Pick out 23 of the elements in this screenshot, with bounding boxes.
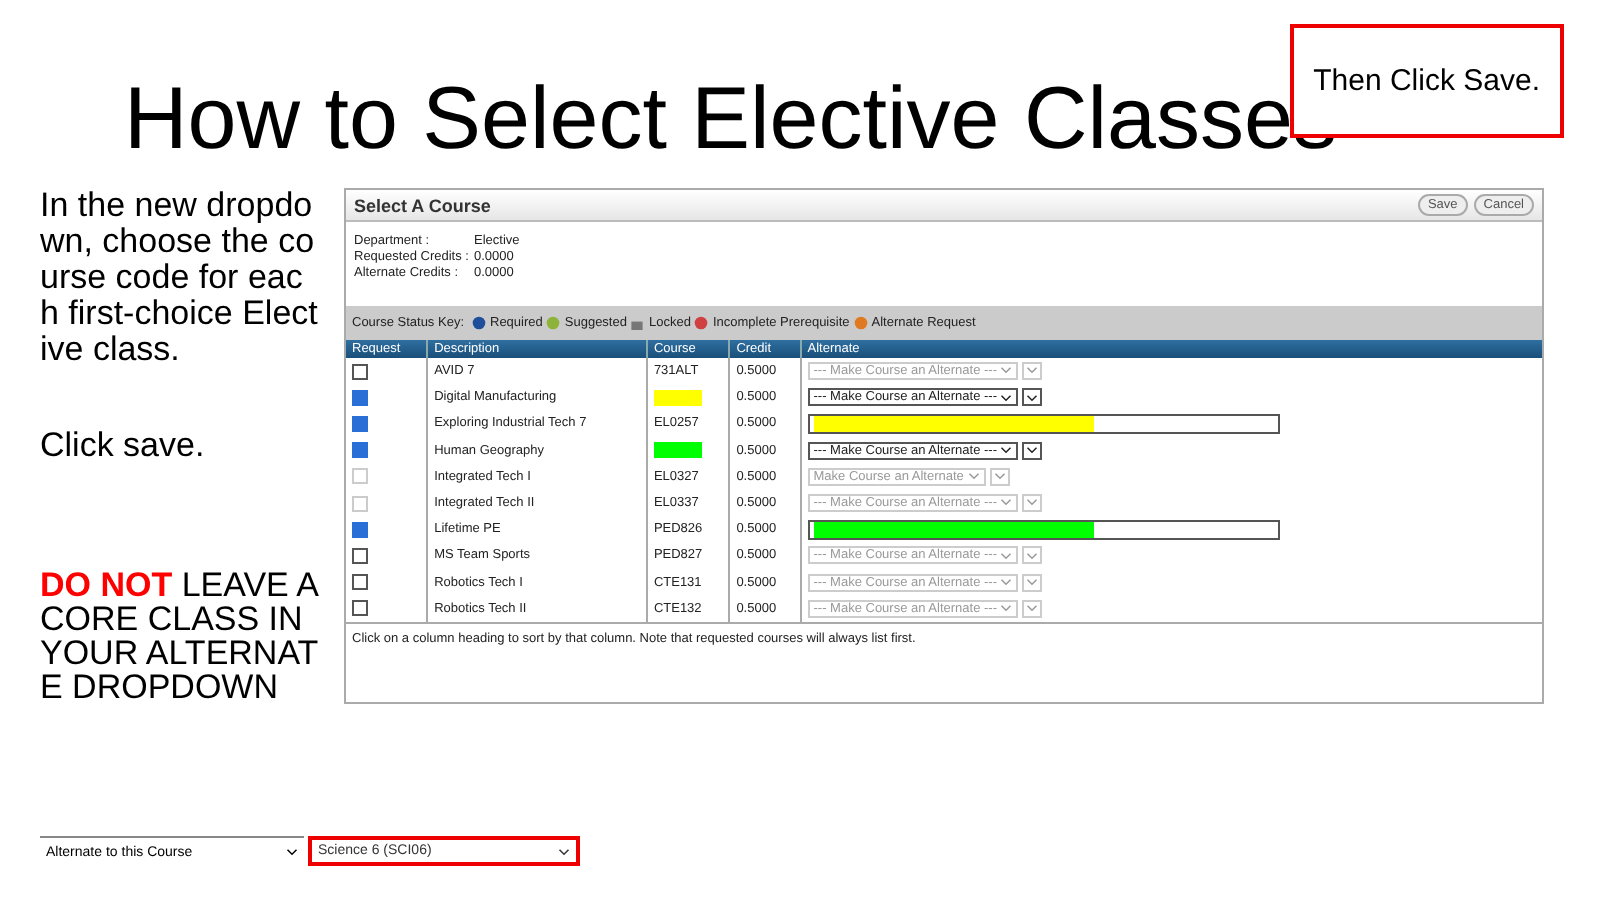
request-checkbox[interactable] xyxy=(352,363,368,380)
request-checkbox[interactable] xyxy=(352,415,368,432)
alternate-select[interactable] xyxy=(807,413,1280,434)
request-checkbox[interactable] xyxy=(352,600,368,617)
dialog-title: Select A Course xyxy=(354,195,491,215)
request-checkbox[interactable] xyxy=(352,547,368,564)
lock-icon xyxy=(630,316,645,330)
warning-text: DO NOT LEAVE A CORE CLASS IN YOUR ALTERNATE DROPDOWN xyxy=(40,568,320,704)
instruction-text: Click save. xyxy=(40,428,207,464)
caret-icon xyxy=(558,847,570,855)
circle-icon xyxy=(546,316,561,330)
request-checkbox[interactable] xyxy=(352,521,368,538)
request-checkbox[interactable] xyxy=(352,442,368,459)
dropdown-button[interactable] xyxy=(1022,441,1043,460)
caret-icon xyxy=(286,848,298,856)
circle-icon xyxy=(472,316,486,330)
request-checkbox[interactable] xyxy=(352,389,368,406)
circle-icon xyxy=(853,316,868,330)
request-checkbox[interactable] xyxy=(352,574,368,591)
alternate-select[interactable] xyxy=(807,519,1280,540)
dropdown-button[interactable] xyxy=(1022,388,1043,407)
cross-circle-icon xyxy=(694,316,709,330)
instruction-text: In the new dropdown, choose the course code for each first-choice Elective class. xyxy=(40,188,320,368)
